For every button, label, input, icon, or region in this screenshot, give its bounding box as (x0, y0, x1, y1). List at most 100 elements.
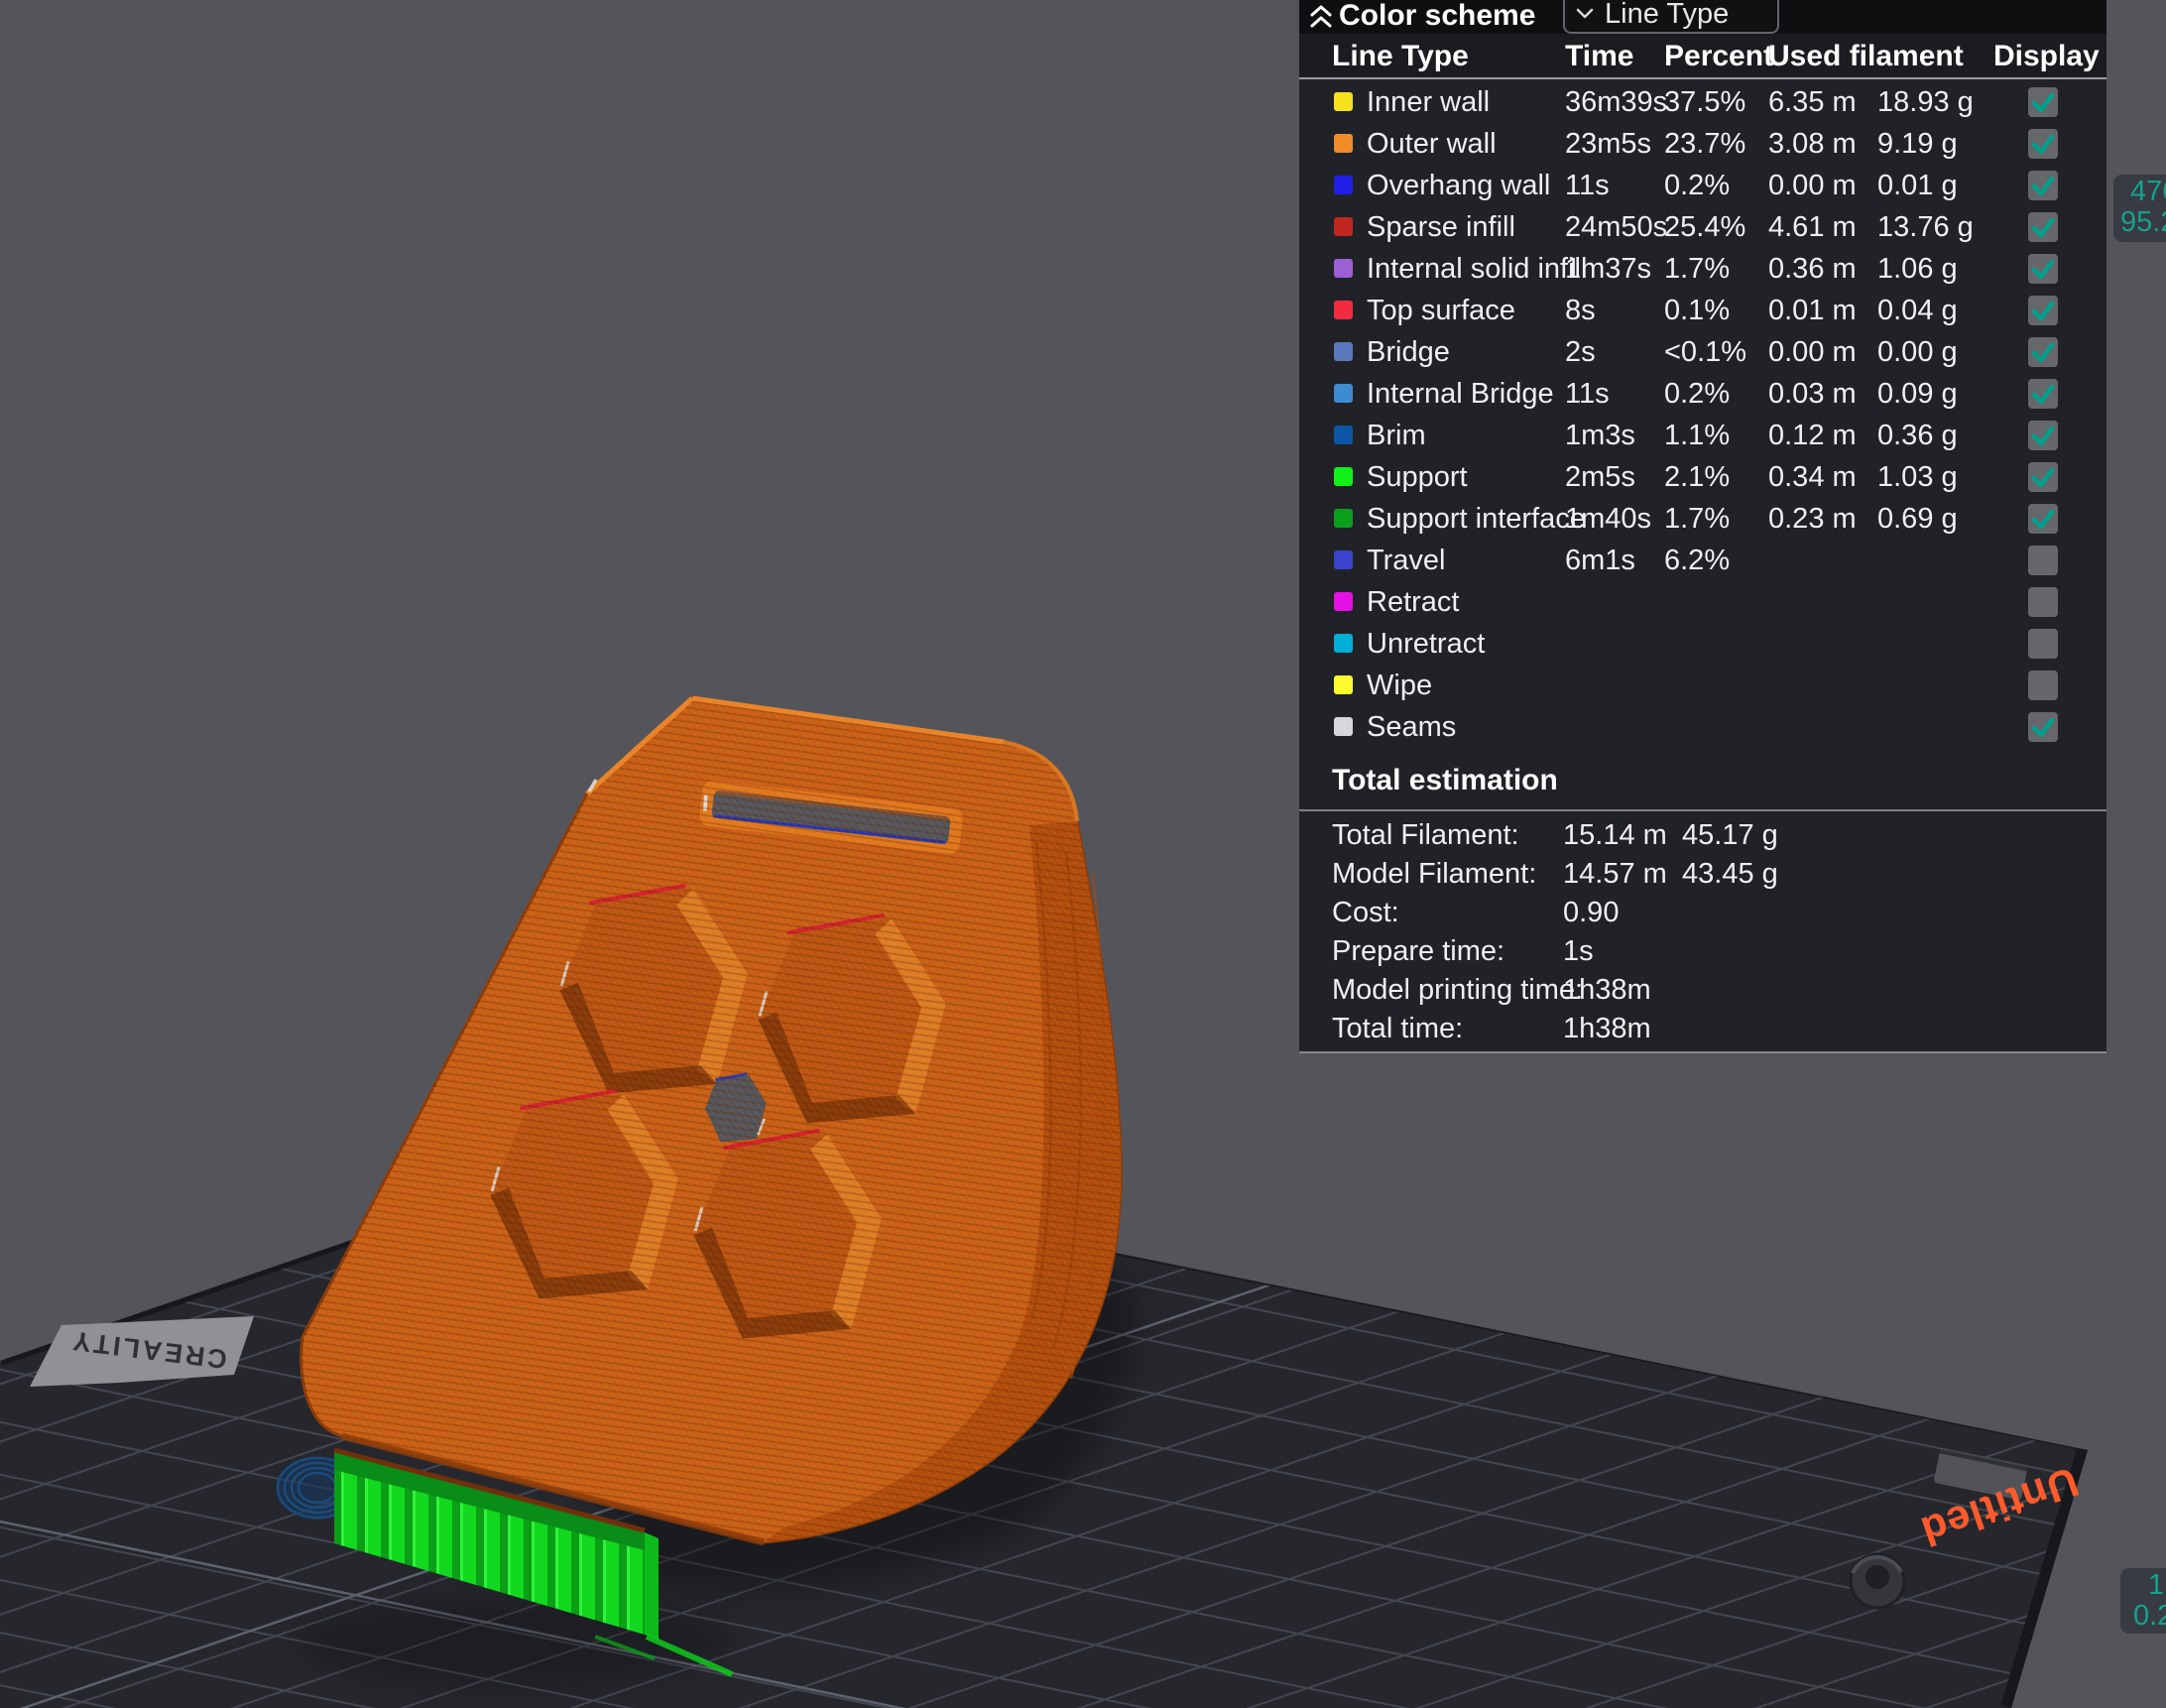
line-type-time: 24m50s (1565, 211, 1667, 244)
display-checkbox[interactable] (2028, 129, 2058, 159)
total-estimation-table: Total Filament: 15.14 m 45.17 g Model Fi… (1299, 815, 2106, 1047)
line-type-filament-weight: 0.09 g (1877, 378, 1958, 411)
line-type-label: Internal Bridge (1367, 378, 1554, 411)
line-type-filament-length: 3.08 m (1768, 128, 1857, 161)
line-type-color-swatch (1334, 134, 1353, 153)
line-type-label: Support (1367, 461, 1468, 494)
total-row-label: Model printing time: (1332, 974, 1583, 1007)
display-checkbox[interactable] (2028, 587, 2058, 617)
total-row-value1: 0.90 (1563, 897, 1619, 929)
line-type-row: Internal solid infill 1m37s 1.7% 0.36 m … (1299, 248, 2106, 290)
line-type-row: Internal Bridge 11s 0.2% 0.03 m 0.09 g (1299, 373, 2106, 415)
line-type-dropdown[interactable]: Line Type (1563, 0, 1779, 34)
display-checkbox[interactable] (2028, 254, 2058, 284)
line-type-percent: 0.2% (1664, 170, 1730, 202)
layer-value: 476 (2113, 177, 2166, 207)
line-type-percent: <0.1% (1664, 336, 1746, 369)
display-checkbox[interactable] (2028, 671, 2058, 700)
total-estimation-row: Cost: 0.90 (1299, 893, 2106, 931)
line-type-percent: 1.1% (1664, 420, 1730, 452)
line-type-time: 8s (1565, 295, 1596, 327)
line-type-filament-weight: 0.69 g (1877, 503, 1958, 536)
line-type-row: Seams (1299, 706, 2106, 748)
line-type-label: Retract (1367, 586, 1459, 619)
line-type-filament-length: 4.61 m (1768, 211, 1857, 244)
line-type-percent: 1.7% (1664, 503, 1730, 536)
line-type-color-swatch (1334, 301, 1353, 319)
display-checkbox[interactable] (2028, 546, 2058, 575)
display-checkbox[interactable] (2028, 379, 2058, 409)
line-type-color-swatch (1334, 426, 1353, 444)
line-type-filament-length: 0.23 m (1768, 503, 1857, 536)
line-type-label: Sparse infill (1367, 211, 1515, 244)
total-estimation-row: Model printing time: 1h38m (1299, 970, 2106, 1009)
total-row-label: Total Filament: (1332, 819, 1519, 852)
total-row-label: Prepare time: (1332, 935, 1504, 968)
line-type-label: Top surface (1367, 295, 1515, 327)
line-type-label: Support interface (1367, 503, 1586, 536)
total-estimation-row: Total Filament: 15.14 m 45.17 g (1299, 815, 2106, 854)
color-scheme-panel: Color scheme Line Type Line Type Time Pe… (1299, 0, 2106, 1053)
line-type-percent: 0.1% (1664, 295, 1730, 327)
total-estimation-row: Model Filament: 14.57 m 43.45 g (1299, 854, 2106, 893)
display-checkbox[interactable] (2028, 212, 2058, 242)
total-row-label: Total time: (1332, 1013, 1463, 1045)
line-type-color-swatch (1334, 92, 1353, 111)
table-header: Line Type Time Percent Used filament Dis… (1299, 34, 2106, 79)
line-type-percent: 37.5% (1664, 86, 1745, 119)
line-type-filament-weight: 0.04 g (1877, 295, 1958, 327)
height-value: 0.2 (2120, 1601, 2166, 1632)
header-used-filament: Used filament (1768, 40, 1964, 73)
line-type-time: 2s (1565, 336, 1596, 369)
line-type-color-swatch (1334, 550, 1353, 569)
line-type-row: Inner wall 36m39s 37.5% 6.35 m 18.93 g (1299, 81, 2106, 123)
panel-title: Color scheme (1339, 0, 1535, 34)
line-type-row: Overhang wall 11s 0.2% 0.00 m 0.01 g (1299, 165, 2106, 206)
line-type-color-swatch (1334, 467, 1353, 486)
line-type-label: Overhang wall (1367, 170, 1550, 202)
display-checkbox[interactable] (2028, 87, 2058, 117)
line-type-filament-length: 0.12 m (1768, 420, 1857, 452)
display-checkbox[interactable] (2028, 171, 2058, 200)
total-row-label: Model Filament: (1332, 858, 1536, 891)
display-checkbox[interactable] (2028, 337, 2058, 367)
line-type-filament-weight: 1.03 g (1877, 461, 1958, 494)
header-time: Time (1565, 40, 1633, 73)
display-checkbox[interactable] (2028, 712, 2058, 742)
line-type-time: 1m37s (1565, 253, 1651, 286)
line-type-time: 1m3s (1565, 420, 1635, 452)
display-checkbox[interactable] (2028, 296, 2058, 325)
support-shadow (298, 1597, 734, 1686)
line-type-color-swatch (1334, 342, 1353, 361)
display-checkbox[interactable] (2028, 421, 2058, 450)
line-type-percent: 25.4% (1664, 211, 1745, 244)
line-type-row: Unretract (1299, 623, 2106, 665)
display-checkbox[interactable] (2028, 462, 2058, 492)
line-type-table: Inner wall 36m39s 37.5% 6.35 m 18.93 g O… (1299, 81, 2106, 748)
total-row-value2: 43.45 g (1682, 858, 1778, 891)
display-checkbox[interactable] (2028, 504, 2058, 534)
line-type-time: 11s (1565, 378, 1610, 411)
line-type-label: Inner wall (1367, 86, 1490, 119)
line-type-row: Support interface 1m40s 1.7% 0.23 m 0.69… (1299, 498, 2106, 540)
line-type-row: Sparse infill 24m50s 25.4% 4.61 m 13.76 … (1299, 206, 2106, 248)
header-line-type: Line Type (1332, 40, 1469, 73)
line-type-color-swatch (1334, 176, 1353, 194)
line-type-filament-weight: 18.93 g (1877, 86, 1974, 119)
chevron-down-icon (1575, 6, 1595, 27)
line-type-label: Wipe (1367, 670, 1432, 702)
line-type-percent: 1.7% (1664, 253, 1730, 286)
display-checkbox[interactable] (2028, 629, 2058, 659)
line-type-filament-weight: 0.01 g (1877, 170, 1958, 202)
line-type-row: Top surface 8s 0.1% 0.01 m 0.04 g (1299, 290, 2106, 331)
line-type-filament-length: 0.36 m (1768, 253, 1857, 286)
total-row-value1: 1h38m (1563, 1013, 1651, 1045)
line-type-percent: 6.2% (1664, 545, 1730, 577)
line-type-label: Unretract (1367, 628, 1485, 661)
line-type-filament-weight: 13.76 g (1877, 211, 1974, 244)
dropdown-selected-value: Line Type (1605, 0, 1729, 31)
chevrons-up-icon[interactable] (1307, 3, 1335, 31)
line-type-color-swatch (1334, 509, 1353, 528)
line-type-row: Outer wall 23m5s 23.7% 3.08 m 9.19 g (1299, 123, 2106, 165)
line-type-filament-weight: 0.00 g (1877, 336, 1958, 369)
